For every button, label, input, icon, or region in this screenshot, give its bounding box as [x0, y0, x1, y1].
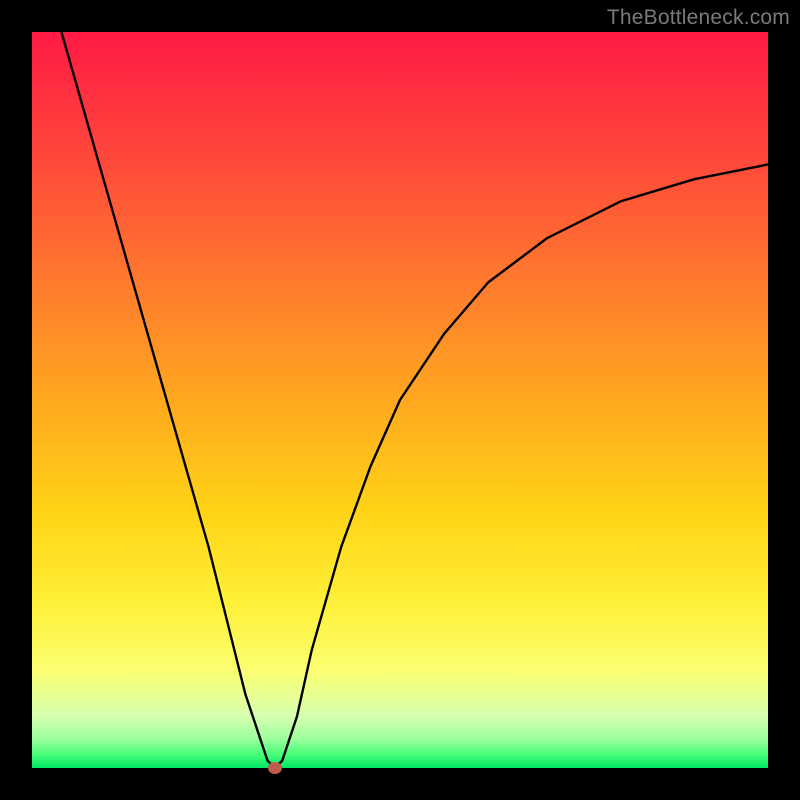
- bottleneck-curve: [61, 32, 768, 768]
- optimal-point-marker: [268, 762, 282, 774]
- plot-area: [32, 32, 768, 768]
- curve-svg: [32, 32, 768, 768]
- watermark-text: TheBottleneck.com: [607, 6, 790, 30]
- chart-frame: TheBottleneck.com: [0, 0, 800, 800]
